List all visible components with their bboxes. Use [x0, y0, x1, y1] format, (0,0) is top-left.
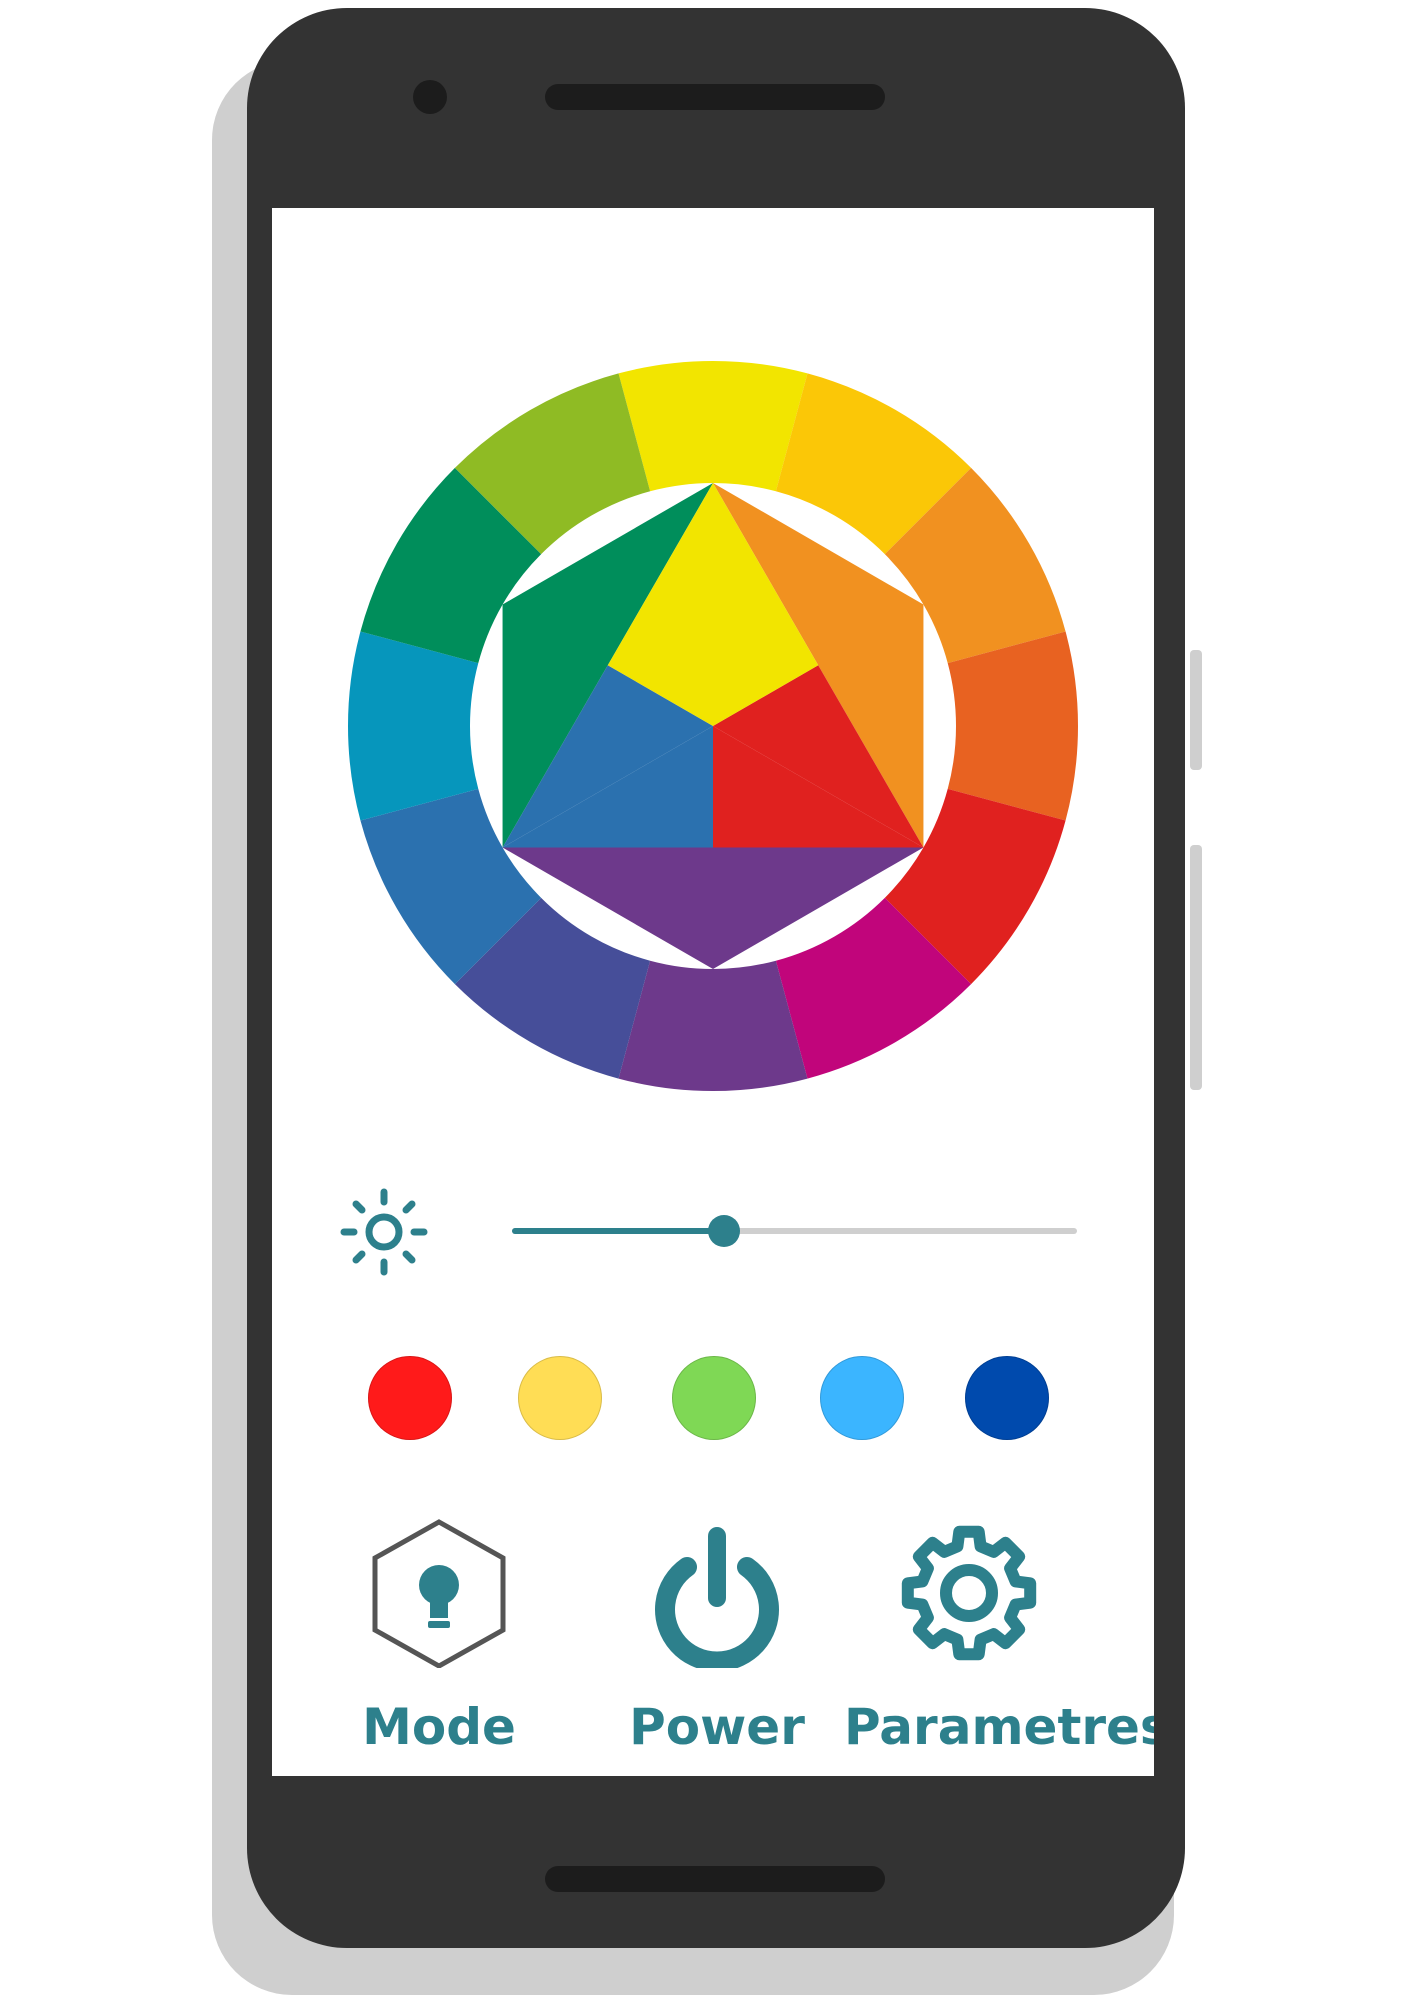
- swatch-yellow[interactable]: [518, 1356, 602, 1440]
- brightness-slider[interactable]: [512, 1215, 1077, 1247]
- camera-icon: [413, 80, 447, 114]
- power-icon: [655, 1527, 779, 1668]
- settings-label: Parametres: [844, 1698, 1154, 1756]
- lightbulb-hexagon-icon: [372, 1519, 506, 1668]
- swatch-dark-blue[interactable]: [965, 1356, 1049, 1440]
- wheel-segment[interactable]: [618, 361, 808, 492]
- power-button[interactable]: Power: [592, 1518, 842, 1758]
- wheel-segment[interactable]: [947, 631, 1078, 821]
- mode-button[interactable]: Mode: [314, 1518, 564, 1758]
- settings-button[interactable]: Parametres: [844, 1518, 1154, 1758]
- sun-icon: [340, 1188, 428, 1276]
- home-bar: [545, 1866, 885, 1892]
- volume-button: [1190, 650, 1202, 770]
- wheel-segment[interactable]: [348, 631, 479, 821]
- swatch-red[interactable]: [368, 1356, 452, 1440]
- mode-label: Mode: [362, 1698, 516, 1756]
- swatch-light-blue[interactable]: [820, 1356, 904, 1440]
- swatch-green[interactable]: [672, 1356, 756, 1440]
- slider-thumb[interactable]: [707, 1215, 740, 1247]
- wheel-segment[interactable]: [618, 960, 808, 1091]
- color-wheel-hexagon[interactable]: [502, 483, 924, 969]
- app-screen: Mode Power Parametres: [272, 208, 1154, 1776]
- gear-icon: [901, 1525, 1037, 1661]
- speaker-grille: [545, 84, 885, 110]
- slider-fill: [512, 1228, 724, 1234]
- power-label: Power: [629, 1698, 805, 1756]
- color-wheel[interactable]: [272, 208, 1154, 1108]
- power-side-button: [1190, 845, 1202, 1090]
